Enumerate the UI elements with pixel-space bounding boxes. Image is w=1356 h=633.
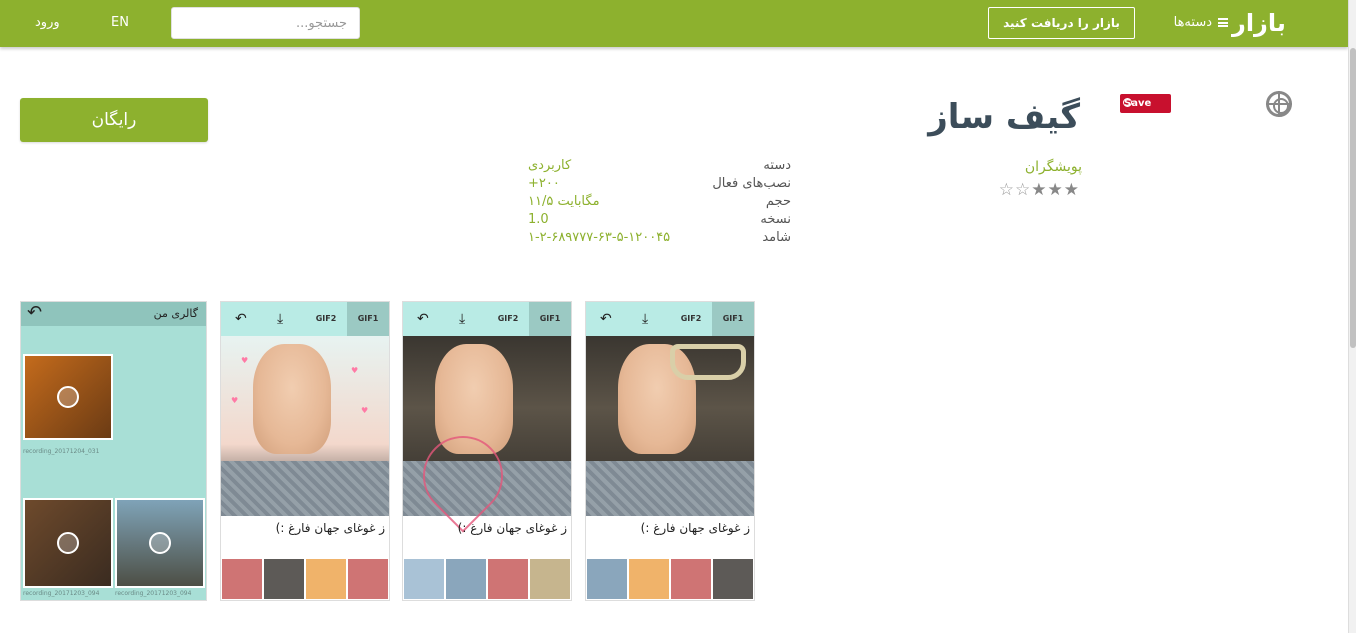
detail-value-installs: +۲۰۰ bbox=[528, 176, 560, 191]
detail-label-size: حجم bbox=[765, 194, 791, 209]
screenshot-thumbnails bbox=[403, 558, 571, 600]
screenshot-toolbar: GIF1 GIF2 ⤓ ↶ bbox=[586, 302, 754, 336]
rating-stars: ☆☆★★★ bbox=[999, 180, 1080, 200]
back-arrow-icon: ↶ bbox=[27, 302, 43, 323]
gallery-file-label: recording_20171203_094 bbox=[115, 590, 192, 597]
tab-gif1: GIF1 bbox=[712, 302, 754, 336]
screenshot-caption: ز غوغای جهان فارغ :) bbox=[275, 521, 385, 535]
detail-value-shamed: ۱-۲-۶۸۹۷۷۷-۶۳-۵-۱۲۰۰۴۵ bbox=[528, 230, 671, 245]
tab-gif2: GIF2 bbox=[315, 314, 337, 323]
detail-value-category[interactable]: کاربردی bbox=[528, 157, 670, 175]
screenshot-photo bbox=[586, 336, 754, 516]
star-filled-icon: ★ bbox=[1031, 180, 1048, 200]
bazaar-logo[interactable]: بازار bbox=[1232, 7, 1286, 39]
gallery-file-label: recording_20171203_094 bbox=[23, 590, 100, 597]
star-filled-icon: ★ bbox=[1063, 180, 1080, 200]
details-values: کاربردی +۲۰۰ ۱۱/۵ مگابایت 1.0 ۱-۲-۶۸۹۷۷۷… bbox=[528, 157, 670, 247]
install-free-button[interactable]: رایگان bbox=[20, 98, 208, 142]
save-label: Save bbox=[1124, 98, 1152, 109]
screenshot-caption: ز غوغای جهان فارغ :) bbox=[640, 521, 750, 535]
download-icon: ⤓ bbox=[277, 311, 284, 327]
detail-label-installs: نصب‌های فعال bbox=[712, 176, 791, 191]
back-arrow-icon: ↶ bbox=[417, 311, 429, 327]
app-icon bbox=[1266, 91, 1292, 117]
app-title: گیف ساز bbox=[928, 97, 1080, 137]
star-filled-icon: ★ bbox=[1047, 180, 1064, 200]
screenshot-thumbnails bbox=[586, 558, 754, 600]
back-arrow-icon: ↶ bbox=[600, 311, 612, 327]
download-icon: ⤓ bbox=[459, 311, 466, 327]
login-link[interactable]: ورود bbox=[35, 13, 60, 33]
back-arrow-icon: ↶ bbox=[235, 311, 247, 327]
detail-value-version: 1.0 bbox=[528, 212, 549, 227]
screenshot-2[interactable]: GIF1 GIF2 ⤓ ↶ ز غوغای جهان فارغ :) bbox=[402, 301, 572, 601]
tab-gif1: GIF1 bbox=[529, 302, 571, 336]
categories-label: دسته‌ها bbox=[1173, 15, 1212, 30]
glasses-sticker bbox=[670, 344, 746, 380]
gallery-video-tile bbox=[23, 498, 113, 588]
screenshot-4-gallery[interactable]: ↶ گالری من recording_20171204_031 record… bbox=[20, 301, 207, 601]
star-empty-icon: ☆ bbox=[1015, 180, 1032, 200]
star-empty-icon: ☆ bbox=[998, 180, 1015, 200]
page-scrollbar[interactable] bbox=[1348, 0, 1356, 633]
gallery-video-tile bbox=[115, 498, 205, 588]
screenshot-toolbar: GIF1 GIF2 ⤓ ↶ bbox=[403, 302, 571, 336]
tab-gif2: GIF2 bbox=[497, 314, 519, 323]
screenshot-1[interactable]: GIF1 GIF2 ⤓ ↶ ز غوغای جهان فارغ :) bbox=[585, 301, 755, 601]
tab-gif2: GIF2 bbox=[680, 314, 702, 323]
get-bazaar-button[interactable]: بازار را دریافت کنید bbox=[988, 7, 1135, 39]
gallery-toolbar: ↶ گالری من bbox=[21, 302, 206, 326]
save-badge[interactable]: Save bbox=[1120, 94, 1171, 113]
play-icon bbox=[57, 532, 79, 554]
categories-menu[interactable]: دسته‌ها bbox=[1174, 13, 1228, 33]
play-icon bbox=[149, 532, 171, 554]
menu-icon bbox=[1218, 18, 1228, 27]
detail-label-shamed: شامد bbox=[762, 230, 791, 245]
screenshot-thumbnails bbox=[221, 558, 389, 600]
detail-value-size: ۱۱/۵ مگابایت bbox=[528, 194, 600, 209]
tab-gif1: GIF1 bbox=[347, 302, 389, 336]
screenshot-photo bbox=[403, 336, 571, 533]
screenshot-caption: ز غوغای جهان فارغ :) bbox=[457, 521, 567, 535]
detail-label-category: دسته bbox=[763, 158, 791, 173]
screenshot-photo: ♥ ♥ ♥ ♥ bbox=[221, 336, 389, 516]
gallery-title: گالری من bbox=[153, 307, 198, 320]
details-labels: دسته نصب‌های فعال حجم نسخه شامد bbox=[712, 157, 791, 247]
language-switch[interactable]: EN bbox=[111, 13, 129, 33]
top-navigation-bar: بازار دسته‌ها بازار را دریافت کنید EN ور… bbox=[0, 0, 1348, 47]
screenshot-3[interactable]: GIF1 GIF2 ⤓ ↶ ♥ ♥ ♥ ♥ ز غوغای جهان فارغ … bbox=[220, 301, 390, 601]
developer-link[interactable]: پویشگران bbox=[1025, 157, 1082, 177]
detail-label-version: نسخه bbox=[760, 212, 791, 227]
search-input[interactable] bbox=[171, 7, 360, 39]
play-icon bbox=[57, 386, 79, 408]
gallery-video-tile bbox=[23, 354, 113, 440]
download-icon: ⤓ bbox=[642, 311, 649, 327]
scrollbar-thumb[interactable] bbox=[1350, 48, 1356, 348]
gallery-file-label: recording_20171204_031 bbox=[23, 448, 100, 455]
screenshot-toolbar: GIF1 GIF2 ⤓ ↶ bbox=[221, 302, 389, 336]
